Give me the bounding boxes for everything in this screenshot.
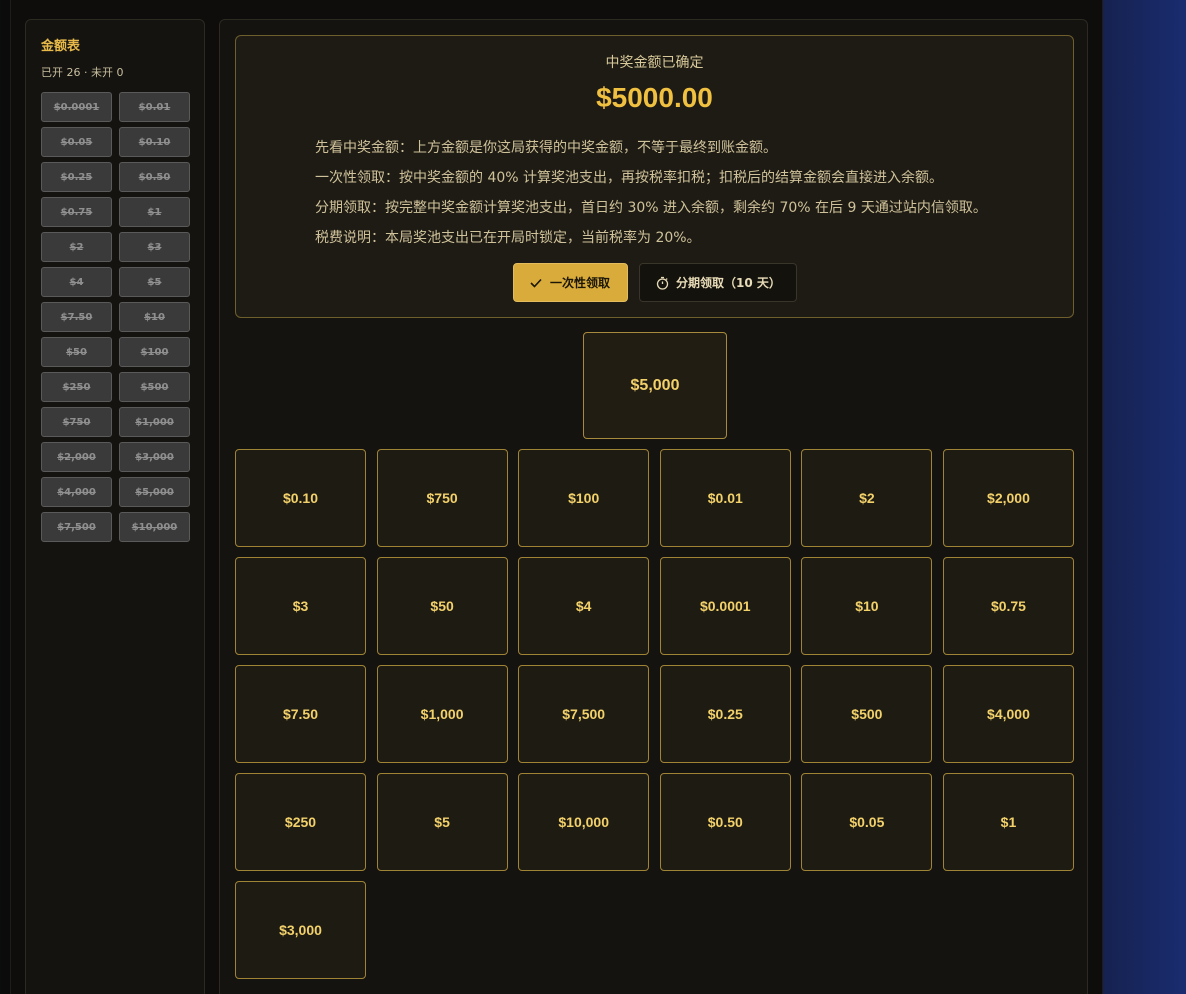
amount-chip: $7.50 [41, 302, 112, 332]
amount-chip: $1,000 [119, 407, 190, 437]
case-box[interactable]: $500 [801, 665, 933, 763]
case-box[interactable]: $100 [518, 449, 650, 547]
case-box[interactable]: $3,000 [235, 881, 366, 979]
amount-chip: $5 [119, 267, 190, 297]
amount-chip: $2 [41, 232, 112, 262]
amount-chip: $3,000 [119, 442, 190, 472]
case-box[interactable]: $1 [942, 773, 1074, 871]
amount-chip: $0.05 [41, 127, 112, 157]
amount-chip: $3 [119, 232, 190, 262]
opened-stats: 已开 26 · 未开 0 [41, 66, 124, 79]
claim-options: 一次性领取 分期领取（10 天） [513, 263, 797, 302]
case-grid: $0.10 $750 $100 $0.01 $2 $2,000 $3 $50 $4 $0.0001… [235, 449, 1074, 979]
case-box[interactable]: $50 [376, 557, 508, 655]
case-box[interactable]: $7,500 [518, 665, 650, 763]
amount-chip: $0.50 [119, 162, 190, 192]
case-box[interactable]: $4 [518, 557, 650, 655]
case-box[interactable]: $2,000 [942, 449, 1074, 547]
amount-chip: $0.0001 [41, 92, 112, 122]
game-board: 中奖金额已确定 $5000.00 先看中奖金额：上方金额是你这局获得的中奖金额，… [219, 19, 1088, 994]
amount-chip: $0.10 [119, 127, 190, 157]
amount-chip: $750 [41, 407, 112, 437]
case-box[interactable]: $0.01 [659, 449, 791, 547]
amount-table-panel: 金额表 已开 26 · 未开 0 $0.0001 $0.01 $0.05 $0.10 $… [25, 19, 205, 994]
case-box[interactable]: $10 [801, 557, 933, 655]
case-box[interactable]: $750 [376, 449, 508, 547]
installment-button[interactable]: 分期领取（10 天） [639, 263, 797, 302]
amount-chip: $0.01 [119, 92, 190, 122]
case-box[interactable]: $4,000 [942, 665, 1074, 763]
explanation-line: 一次性领取：按中奖金额的 40% 计算奖池支出，再按税率扣税；扣税后的结算金额会… [315, 170, 944, 186]
amount-list: $0.0001 $0.01 $0.05 $0.10 $0.25 $0.50 $0.75 $1 $… [41, 92, 190, 542]
amount-chip: $100 [119, 337, 190, 367]
case-box[interactable]: $0.10 [235, 449, 366, 547]
case-box[interactable]: $3 [235, 557, 366, 655]
explanation-line: 先看中奖金额：上方金额是你这局获得的中奖金额，不等于最终到账金额。 [315, 140, 777, 156]
amount-chip: $50 [41, 337, 112, 367]
amount-chip: $4 [41, 267, 112, 297]
amount-chip: $500 [119, 372, 190, 402]
installment-label: 分期领取（10 天） [676, 276, 781, 290]
case-box[interactable]: $0.05 [801, 773, 933, 871]
amount-table-title: 金额表 [41, 39, 81, 54]
case-box[interactable]: $1,000 [376, 665, 508, 763]
prize-amount: $5000.00 [596, 82, 713, 113]
amount-chip: $10 [119, 302, 190, 332]
lump-sum-label: 一次性领取 [550, 276, 611, 290]
case-box[interactable]: $0.50 [659, 773, 791, 871]
amount-chip: $4,000 [41, 477, 112, 507]
explanation-line: 税费说明：本局奖池支出已在开局时锁定，当前税率为 20%。 [315, 230, 701, 246]
amount-chip: $0.75 [41, 197, 112, 227]
case-box[interactable]: $10,000 [518, 773, 650, 871]
stopwatch-icon [654, 276, 670, 290]
case-box[interactable]: $5 [376, 773, 508, 871]
result-explanation: 先看中奖金额：上方金额是你这局获得的中奖金额，不等于最终到账金额。 一次性领取：… [315, 133, 1035, 253]
amount-chip: $1 [119, 197, 190, 227]
result-panel: 中奖金额已确定 $5000.00 先看中奖金额：上方金额是你这局获得的中奖金额，… [235, 35, 1074, 318]
amount-chip: $5,000 [119, 477, 190, 507]
case-box[interactable]: $0.0001 [659, 557, 791, 655]
explanation-line: 分期领取：按完整中奖金额计算奖池支出，首日约 30% 进入余额，剩余约 70% … [315, 200, 987, 216]
lump-sum-button[interactable]: 一次性领取 [513, 263, 628, 302]
check-icon [528, 278, 544, 288]
case-box[interactable]: $2 [801, 449, 933, 547]
case-box[interactable]: $0.75 [942, 557, 1074, 655]
case-box[interactable]: $250 [235, 773, 366, 871]
amount-chip: $250 [41, 372, 112, 402]
amount-chip: $7,500 [41, 512, 112, 542]
result-heading: 中奖金额已确定 [605, 55, 704, 71]
amount-chip: $10,000 [119, 512, 190, 542]
amount-chip: $2,000 [41, 442, 112, 472]
case-box[interactable]: $0.25 [659, 665, 791, 763]
player-case[interactable]: $5,000 [583, 332, 727, 439]
amount-chip: $0.25 [41, 162, 112, 192]
case-box[interactable]: $7.50 [235, 665, 366, 763]
